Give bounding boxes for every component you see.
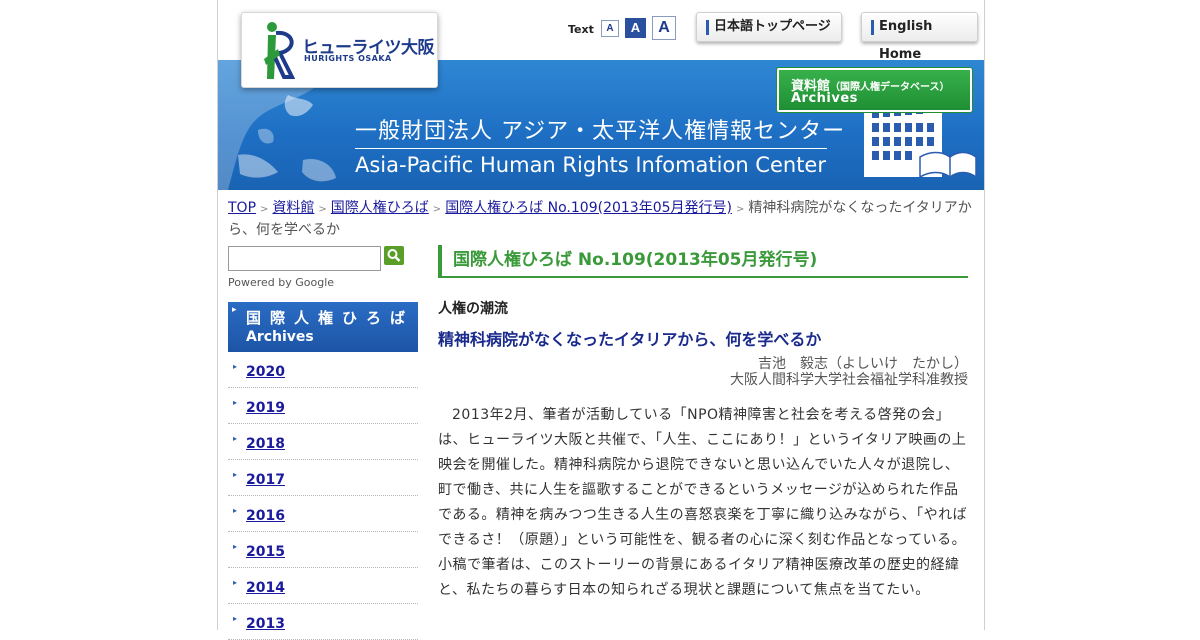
breadcrumb-issue[interactable]: 国際人権ひろば No.109(2013年05月発行号) [445,200,732,216]
powered-by-google: Powered by Google [228,276,335,289]
breadcrumb-hiroba[interactable]: 国際人権ひろば [331,200,429,216]
article-body: 2013年2月、筆者が活動している「NPO精神障害と社会を考える啓発の会」は、ヒ… [438,407,968,598]
issue-heading: 国際人権ひろば No.109(2013年05月発行号) [438,245,968,278]
archives-badge-link[interactable]: 資料館（国際人権データベース） Archives [777,68,972,112]
article-title: 精神科病院がなくなったイタリアから、何を学べるか [438,330,822,349]
year-list-item: 2018 [228,424,418,460]
breadcrumb-separator-icon: > [260,204,269,215]
search-button[interactable] [384,246,404,265]
site-header: 一般財団法人 アジア・太平洋人権情報センター Asia-Pacific Huma… [218,0,984,190]
year-list-item: 2020 [228,352,418,388]
banner-title-ja: 一般財団法人 アジア・太平洋人権情報センター [355,119,846,144]
year-list-item: 2015 [228,532,418,568]
search-input[interactable] [228,246,381,271]
banner-title-en: Asia-Pacific Human Rights Infomation Cen… [355,153,826,177]
year-list-item: 2019 [228,388,418,424]
author-name: 吉池 毅志（よしいけ たかし） [758,356,968,372]
hurights-logo-icon [264,22,296,79]
year-list-item: 2017 [228,460,418,496]
breadcrumb-archives[interactable]: 資料館 [272,200,314,216]
search-icon [387,249,401,262]
year-link-2014[interactable]: 2014 [246,580,285,596]
year-list-item: 2013 [228,604,418,640]
japanese-top-button[interactable]: 日本語トップページ [696,12,842,42]
site-logo[interactable]: ヒューライツ大阪 HURIGHTS OSAKA [241,12,438,88]
text-size-medium-button[interactable]: A [625,18,646,38]
year-list-item: 2014 [228,568,418,604]
sidebar-title-en: Archives [246,329,314,345]
breadcrumb: TOP > 資料館 > 国際人権ひろば > 国際人権ひろば No.109(2013年05月発… [228,198,978,240]
main-content: 国際人権ひろば No.109(2013年05月発行号) 人権の潮流 精神科病院が… [438,245,968,598]
archives-label-en: Archives [791,91,858,106]
year-list-item: 2016 [228,496,418,532]
sidebar-header[interactable]: 国際人権ひろば Archives [228,302,418,352]
author-affiliation: 大阪人間科学大学社会福祉学科准教授 [730,372,968,388]
year-link-2018[interactable]: 2018 [246,436,285,452]
banner-divider [355,148,827,149]
year-link-2020[interactable]: 2020 [246,364,285,380]
sidebar-title-ja: 国際人権ひろば [246,309,415,327]
year-link-2016[interactable]: 2016 [246,508,285,524]
year-link-2019[interactable]: 2019 [246,400,285,416]
english-home-button[interactable]: English Home [861,12,978,62]
text-size-label: Text [568,23,594,36]
text-size-large-button[interactable]: A [652,16,676,40]
year-link-2015[interactable]: 2015 [246,544,285,560]
year-list: 2020 2019 2018 2017 2016 2015 2014 2013 [228,352,418,640]
text-size-small-button[interactable]: A [601,20,619,37]
breadcrumb-separator-icon: > [318,204,327,215]
breadcrumb-separator-icon: > [432,204,442,215]
breadcrumb-separator-icon: > [735,204,745,215]
year-link-2017[interactable]: 2017 [246,472,285,488]
page-wrapper: 一般財団法人 アジア・太平洋人権情報センター Asia-Pacific Huma… [217,0,985,640]
author-block: 吉池 毅志（よしいけ たかし） 大阪人間科学大学社会福祉学科准教授 [730,356,968,388]
breadcrumb-top[interactable]: TOP [228,200,256,216]
section-label: 人権の潮流 [438,301,508,317]
logo-text-en: HURIGHTS OSAKA [304,54,392,63]
